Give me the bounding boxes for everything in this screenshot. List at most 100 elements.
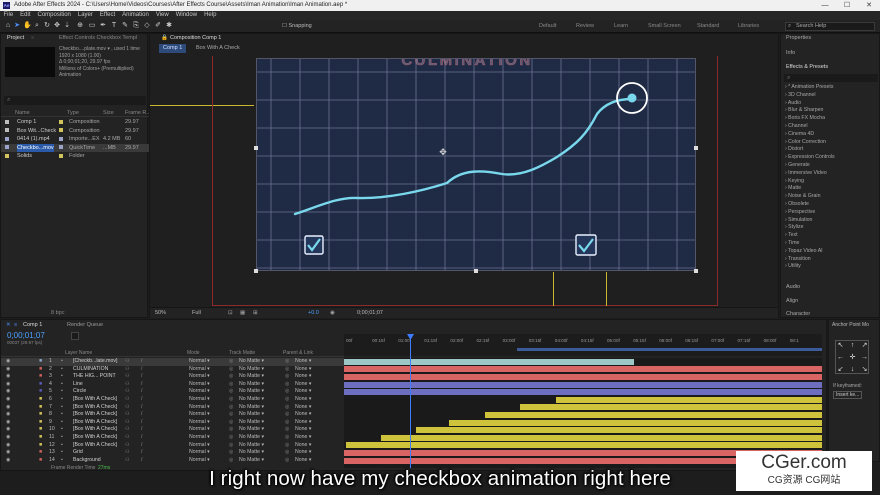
effect-category[interactable]: › Topaz Video AI: [785, 248, 823, 256]
layer-duration-bar[interactable]: [344, 366, 822, 373]
timeline-layer-row[interactable]: ◉ ■ 6 ▪ [Box With A Check] ⚇ / Normal ▾ ◎ No Matt…: [1, 396, 344, 404]
menu-view[interactable]: View: [152, 12, 172, 18]
timeline-layer-row[interactable]: ◉ ■ 1 ▪ [Checkb...late.mov] ⚇ / Normal ▾ ◎ No Mat…: [1, 358, 344, 366]
composition-tab[interactable]: Composition Comp 1: [170, 34, 221, 43]
track-matte-dropdown[interactable]: No Matte ▾: [239, 388, 264, 396]
eye-icon[interactable]: ◉: [6, 381, 11, 389]
effects-presets-title[interactable]: Effects & Presets: [786, 63, 828, 72]
lock-icon[interactable]: 🔒: [161, 34, 168, 43]
parent-dropdown[interactable]: None ▾: [295, 366, 311, 374]
info-panel-title[interactable]: Info: [786, 49, 795, 58]
workspace-small-screen[interactable]: Small Screen: [648, 23, 681, 29]
minimize-button[interactable]: —: [814, 0, 836, 11]
layer-duration-bar[interactable]: [520, 404, 822, 411]
layer-duration-bar[interactable]: [416, 427, 822, 434]
properties-panel-title[interactable]: Properties: [786, 34, 811, 43]
effect-category[interactable]: › Utility: [785, 263, 801, 271]
effect-category[interactable]: › Stylize: [785, 224, 803, 232]
camera-icon[interactable]: ⊞: [253, 309, 258, 317]
effect-category[interactable]: › Channel: [785, 123, 808, 131]
effect-category[interactable]: › Immersive Video: [785, 170, 827, 178]
menu-window[interactable]: Window: [172, 12, 200, 18]
mode-dropdown[interactable]: Normal ▾: [189, 411, 210, 419]
header-parent[interactable]: Parent & Link: [283, 349, 313, 357]
header-track-matte[interactable]: Track Matte: [229, 349, 255, 357]
comp-viewer[interactable]: ✥ CULMINATION: [256, 58, 696, 271]
effect-category[interactable]: › Boris FX Mocha: [785, 115, 825, 123]
effect-category[interactable]: › Cinema 4D: [785, 131, 814, 139]
timeline-layer-row[interactable]: ◉ ■ 4 ▪ Line ⚇ / Normal ▾ ◎ No Matte ▾ ◎ None ▾: [1, 381, 344, 389]
resolution-dropdown[interactable]: Full: [192, 309, 201, 317]
track-matte-dropdown[interactable]: No Matte ▾: [239, 449, 264, 457]
mode-dropdown[interactable]: Normal ▾: [189, 434, 210, 442]
parent-dropdown[interactable]: None ▾: [295, 396, 311, 404]
eye-icon[interactable]: ◉: [6, 366, 11, 374]
parent-dropdown[interactable]: None ▾: [295, 358, 311, 366]
menu-animation[interactable]: Animation: [119, 12, 153, 18]
zoom-dropdown[interactable]: 50%: [155, 309, 166, 317]
search-help-input[interactable]: ⌕ Search Help: [785, 22, 875, 31]
effect-switch-icon[interactable]: /: [141, 404, 142, 412]
handle-icon[interactable]: [694, 269, 698, 273]
menu-layer[interactable]: Layer: [74, 12, 96, 18]
parent-dropdown[interactable]: None ▾: [295, 404, 311, 412]
track-matte-dropdown[interactable]: No Matte ▾: [239, 366, 264, 374]
parent-dropdown[interactable]: None ▾: [295, 449, 311, 457]
workspace-standard[interactable]: Standard: [697, 23, 719, 29]
menu-composition[interactable]: Composition: [34, 12, 74, 18]
breadcrumb-box-with-check[interactable]: Box With A Check: [196, 44, 240, 53]
mode-dropdown[interactable]: Normal ▾: [189, 404, 210, 412]
mode-dropdown[interactable]: Normal ▾: [189, 396, 210, 404]
track-matte-dropdown[interactable]: No Matte ▾: [239, 442, 264, 450]
layer-duration-bar[interactable]: [344, 381, 822, 388]
timeline-layer-row[interactable]: ◉ ■ 10 ▪ [Box With A Check] ⚇ / Normal ▾ ◎ No Mat…: [1, 426, 344, 434]
close-tab-icon[interactable]: ✕: [6, 321, 11, 330]
render-queue-tab[interactable]: Render Queue: [67, 321, 103, 330]
effect-switch-icon[interactable]: /: [141, 442, 142, 450]
track-matte-dropdown[interactable]: No Matte ▾: [239, 419, 264, 427]
eye-icon[interactable]: ◉: [6, 434, 11, 442]
effect-category[interactable]: › Color Correction: [785, 139, 826, 147]
arrow-up-left-icon[interactable]: ↖: [836, 341, 845, 350]
roto-brush-tool-icon[interactable]: ✐: [154, 22, 162, 30]
center-icon[interactable]: ✛: [848, 353, 857, 362]
mode-dropdown[interactable]: Normal ▾: [189, 442, 210, 450]
header-mode[interactable]: Mode: [187, 349, 200, 357]
effect-switch-icon[interactable]: /: [141, 366, 142, 374]
effect-category[interactable]: › Matte: [785, 185, 801, 193]
effect-switch-icon[interactable]: /: [141, 358, 142, 366]
shy-switch-icon[interactable]: ⚇: [125, 442, 130, 450]
track-matte-dropdown[interactable]: No Matte ▾: [239, 381, 264, 389]
shy-switch-icon[interactable]: ⚇: [125, 366, 130, 374]
puppet-tool-icon[interactable]: ✱: [165, 22, 173, 30]
mode-dropdown[interactable]: Normal ▾: [189, 449, 210, 457]
workspace-review[interactable]: Review: [576, 23, 594, 29]
playhead[interactable]: [410, 334, 411, 468]
menu-help[interactable]: Help: [201, 12, 220, 18]
rectangle-tool-icon[interactable]: ▭: [88, 22, 96, 30]
snapshot-icon[interactable]: ◉: [330, 309, 335, 317]
layer-duration-bar[interactable]: [344, 374, 822, 380]
effect-controls-tab[interactable]: Effect Controls Checkbox Templ: [59, 34, 137, 43]
arrow-up-right-icon[interactable]: ↗: [860, 341, 869, 350]
header-type[interactable]: Type: [67, 109, 79, 117]
effect-category[interactable]: › Generate: [785, 162, 810, 170]
arrow-down-icon[interactable]: ↓: [848, 365, 857, 374]
exposure-value[interactable]: +0.0: [308, 309, 319, 317]
insert-key-dropdown[interactable]: Insert ke...: [833, 391, 863, 399]
layer-duration-bar[interactable]: [556, 396, 822, 403]
panel-menu-icon[interactable]: ≡: [31, 34, 34, 43]
effect-category[interactable]: › Text: [785, 232, 798, 240]
audio-panel-title[interactable]: Audio: [786, 283, 800, 292]
track-matte-dropdown[interactable]: No Matte ▾: [239, 411, 264, 419]
project-item[interactable]: Comp 1 Composition 29.97: [1, 118, 149, 127]
effect-category[interactable]: › Distort: [785, 146, 803, 154]
track-matte-dropdown[interactable]: No Matte ▾: [239, 404, 264, 412]
pen-tool-icon[interactable]: ✒: [99, 22, 107, 30]
eye-icon[interactable]: ◉: [6, 388, 11, 396]
timeline-search-input[interactable]: [71, 332, 79, 340]
workspace-default[interactable]: Default: [539, 23, 556, 29]
mode-dropdown[interactable]: Normal ▾: [189, 366, 210, 374]
project-item[interactable]: Box Wit...Check Composition 29.97: [1, 127, 149, 136]
parent-dropdown[interactable]: None ▾: [295, 411, 311, 419]
